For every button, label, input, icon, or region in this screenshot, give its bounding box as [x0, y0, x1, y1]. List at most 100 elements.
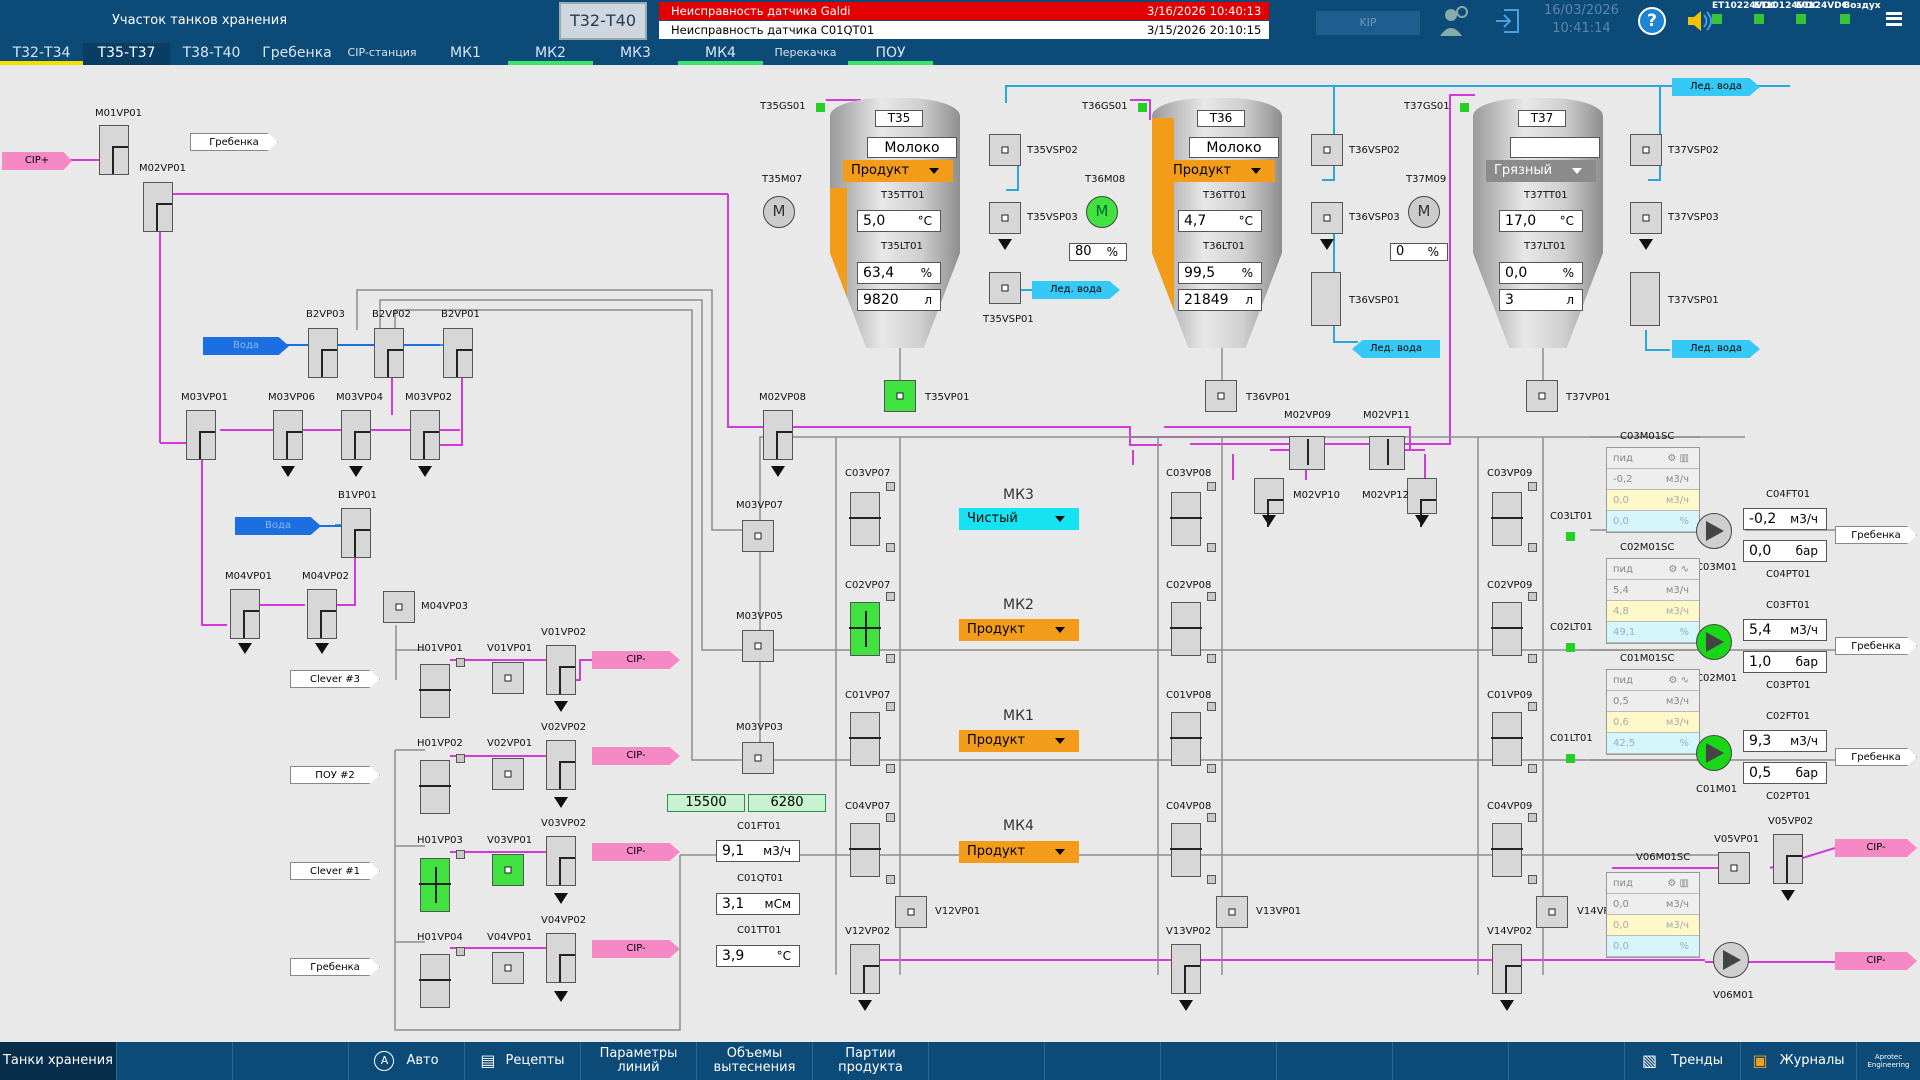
valve-m02vp10[interactable]	[1254, 478, 1284, 527]
valve-v04vp02[interactable]	[546, 933, 576, 983]
valve-b2vp02[interactable]	[374, 328, 404, 378]
tank-mode-dropdown[interactable]: Продукт	[1165, 160, 1275, 182]
valve-t35vp01[interactable]	[884, 380, 916, 412]
valve-v03vp01[interactable]	[492, 854, 524, 886]
nav-empty[interactable]	[1392, 1042, 1508, 1080]
mixproof-m02vp11[interactable]	[1369, 436, 1405, 470]
mixproof-h01vp01[interactable]	[419, 664, 451, 718]
mixproof-c04vp07[interactable]	[849, 823, 881, 877]
valve-b1vp01[interactable]	[341, 508, 371, 558]
valve-m02vp01[interactable]	[143, 182, 173, 232]
mixproof-c04vp08[interactable]	[1170, 823, 1202, 877]
valve-m02vp08[interactable]	[763, 410, 793, 460]
valve-t36vp01[interactable]	[1205, 380, 1237, 412]
valve-v12vp02[interactable]	[850, 944, 880, 994]
valve-v03vp02[interactable]	[546, 836, 576, 886]
motor-speed-field[interactable]: 80%	[1069, 243, 1127, 261]
mixproof-c03vp09[interactable]	[1491, 492, 1523, 546]
valve-m04vp03[interactable]	[383, 591, 415, 623]
mixproof-c02vp07[interactable]	[849, 602, 881, 656]
nav-empty[interactable]	[232, 1042, 348, 1080]
mixproof-h01vp02[interactable]	[419, 760, 451, 814]
valve-t37vsp01[interactable]	[1630, 272, 1660, 326]
valve-v05vp01[interactable]	[1718, 852, 1750, 884]
nav-trends[interactable]: ▧ Тренды	[1624, 1042, 1740, 1080]
line-state-dropdown[interactable]: Продукт	[959, 841, 1079, 863]
tank-mode-dropdown[interactable]: Грязный	[1486, 160, 1596, 182]
line-state-dropdown[interactable]: Продукт	[959, 730, 1079, 752]
valve-m03vp04[interactable]	[341, 410, 371, 460]
valve-t36vsp03[interactable]	[1311, 202, 1343, 234]
valve-b2vp01[interactable]	[443, 328, 473, 378]
valve-t35vsp03[interactable]	[989, 202, 1021, 234]
pid-panel[interactable]: пид ⚙ ▥ -0,2 м3/ч 0,0 м3/ч 0,0%	[1606, 447, 1700, 533]
valve-m03vp03[interactable]	[742, 742, 774, 774]
valve-m03vp02[interactable]	[410, 410, 440, 460]
valve-v05vp02[interactable]	[1773, 834, 1803, 884]
nav-line-params[interactable]: Параметры линий	[580, 1042, 696, 1080]
pump-c01m01[interactable]	[1696, 735, 1732, 771]
valve-m03vp06[interactable]	[273, 410, 303, 460]
valve-v01vp01[interactable]	[492, 662, 524, 694]
agitator-t35m07[interactable]: M	[763, 196, 795, 228]
valve-t36vsp01[interactable]	[1311, 272, 1341, 326]
valve-m04vp01[interactable]	[230, 589, 260, 639]
mixproof-m02vp09[interactable]	[1289, 436, 1325, 470]
valve-b2vp03[interactable]	[308, 328, 338, 378]
mixproof-c01vp09[interactable]	[1491, 712, 1523, 766]
valve-t35vsp02[interactable]	[989, 134, 1021, 166]
nav-recipes[interactable]: ▤ Рецепты	[464, 1042, 580, 1080]
mixproof-h01vp04[interactable]	[419, 954, 451, 1008]
line-state-dropdown[interactable]: Чистый	[959, 508, 1079, 530]
nav-empty[interactable]	[1160, 1042, 1276, 1080]
valve-v14vp01[interactable]	[1536, 896, 1568, 928]
valve-v04vp01[interactable]	[492, 952, 524, 984]
valve-t37vsp03[interactable]	[1630, 202, 1662, 234]
valve-t35vsp01[interactable]	[989, 272, 1021, 304]
pid-panel[interactable]: пид ⚙ ∿ 5,4 м3/ч 4,8 м3/ч 49,1%	[1606, 558, 1700, 644]
nav-storage-tanks[interactable]: Танки хранения	[0, 1042, 116, 1080]
mixproof-c02vp09[interactable]	[1491, 602, 1523, 656]
valve-v13vp01[interactable]	[1216, 896, 1248, 928]
mixproof-c03vp07[interactable]	[849, 492, 881, 546]
pump-c02m01[interactable]	[1696, 624, 1732, 660]
valve-v01vp02[interactable]	[546, 645, 576, 695]
pid-panel[interactable]: пид ⚙ ∿ 0,5 м3/ч 0,6 м3/ч 42,5%	[1606, 669, 1700, 755]
mixproof-c01vp08[interactable]	[1170, 712, 1202, 766]
nav-empty[interactable]	[1276, 1042, 1392, 1080]
nav-empty[interactable]	[116, 1042, 232, 1080]
agitator-t36m08[interactable]: M	[1086, 196, 1118, 228]
tank-mode-dropdown[interactable]: Продукт	[843, 160, 953, 182]
valve-m02vp12[interactable]	[1407, 478, 1437, 527]
nav-product-batches[interactable]: Партии продукта	[812, 1042, 928, 1080]
valve-m03vp07[interactable]	[742, 520, 774, 552]
valve-m03vp01[interactable]	[186, 410, 216, 460]
valve-v14vp02[interactable]	[1492, 944, 1522, 994]
line-state-dropdown[interactable]: Продукт	[959, 619, 1079, 641]
valve-t37vsp02[interactable]	[1630, 134, 1662, 166]
valve-m03vp05[interactable]	[742, 630, 774, 662]
valve-v13vp02[interactable]	[1171, 944, 1201, 994]
valve-t37vp01[interactable]	[1526, 380, 1558, 412]
valve-m01vp01[interactable]	[99, 125, 129, 175]
valve-m04vp02[interactable]	[307, 589, 337, 639]
mixproof-c02vp08[interactable]	[1170, 602, 1202, 656]
mixproof-c03vp08[interactable]	[1170, 492, 1202, 546]
valve-v02vp01[interactable]	[492, 758, 524, 790]
nav-journals[interactable]: ▣ Журналы	[1740, 1042, 1856, 1080]
nav-empty[interactable]	[1044, 1042, 1160, 1080]
mixproof-c04vp09[interactable]	[1491, 823, 1523, 877]
valve-v12vp01[interactable]	[895, 896, 927, 928]
valve-t36vsp02[interactable]	[1311, 134, 1343, 166]
pump-v06m01[interactable]	[1713, 942, 1749, 978]
pump-c03m01[interactable]	[1696, 513, 1732, 549]
mixproof-h01vp03[interactable]	[419, 858, 451, 912]
nav-displacement-volumes[interactable]: Объемы вытеснения	[696, 1042, 812, 1080]
pid-panel[interactable]: пид ⚙ ▥ 0,0 м3/ч 0,0 м3/ч 0,0%	[1606, 872, 1700, 958]
agitator-t37m09[interactable]: M	[1408, 196, 1440, 228]
nav-empty[interactable]	[1508, 1042, 1624, 1080]
valve-v02vp02[interactable]	[546, 740, 576, 790]
mixproof-c01vp07[interactable]	[849, 712, 881, 766]
motor-speed-field[interactable]: 0%	[1390, 243, 1448, 261]
nav-auto[interactable]: A Авто	[348, 1042, 464, 1080]
